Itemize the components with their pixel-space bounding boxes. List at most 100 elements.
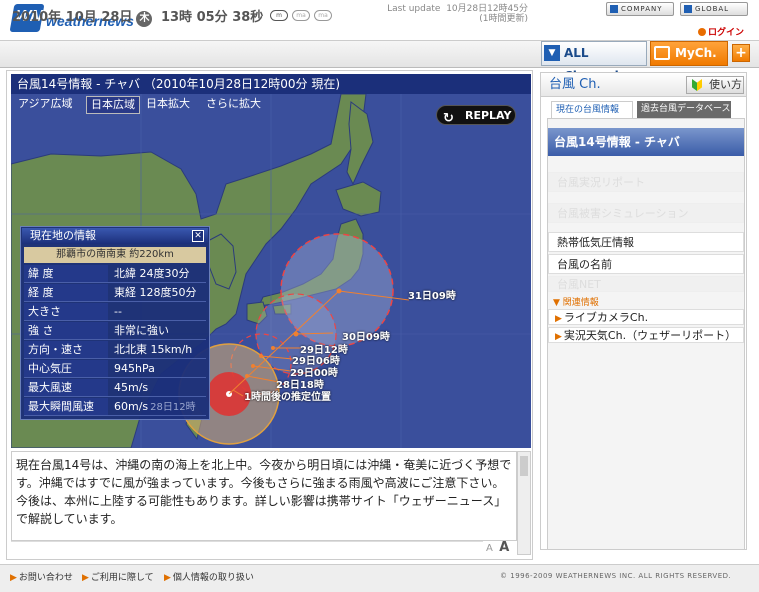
second: 38秒 <box>232 10 264 25</box>
info-key: 方向・速さ <box>24 341 108 358</box>
info-value: 北北東 15km/h <box>114 343 193 356</box>
footer-link-label: ご利用に際して <box>90 573 154 583</box>
side-item-tropical-low[interactable]: 熱帯低気圧情報 <box>548 232 744 252</box>
my-channel-button[interactable]: MyCh. <box>650 41 728 66</box>
info-row-size: 大きさ -- <box>24 303 206 321</box>
footer-link-label: 個人情報の取り扱い <box>172 573 254 583</box>
global-button[interactable]: GLOBAL <box>680 2 748 16</box>
info-value: 60m/s 28日12時 <box>114 400 196 413</box>
arrow-right-icon: ▶ <box>164 573 171 583</box>
howto-label: 使い方 <box>709 78 742 91</box>
close-icon[interactable]: ✕ <box>192 230 204 242</box>
info-value: -- <box>114 305 122 318</box>
size-pill-1[interactable]: m <box>270 10 288 21</box>
info-value: 945hPa <box>114 362 155 375</box>
related-link-label: 実況天気Ch.（ウェザーリポート） <box>563 329 737 342</box>
related-info-heading: ▼ 関連情報 <box>553 298 599 308</box>
zoom-tab-japan-wide[interactable]: 日本広域 <box>86 96 140 114</box>
info-row-max-gust: 最大瞬間風速 60m/s 28日12時 <box>24 398 206 416</box>
info-row-direction-speed: 方向・速さ 北北東 15km/h <box>24 341 206 359</box>
update-interval: (1時間更新) <box>479 14 528 24</box>
info-value: 北緯 24度30分 <box>114 267 190 280</box>
description-scrollbar[interactable] <box>517 451 531 555</box>
last-update-label: Last update <box>387 4 441 14</box>
size-pill-2[interactable]: ma <box>292 10 310 21</box>
size-pill-3[interactable]: ma <box>314 10 332 21</box>
global-label: GLOBAL <box>695 5 730 13</box>
zoom-tab-more-zoom[interactable]: さらに拡大 <box>202 96 265 114</box>
info-row-max-wind: 最大風速 45m/s <box>24 379 206 397</box>
tab-past-database[interactable]: 過去台風データベース <box>637 101 731 118</box>
scrollbar-thumb[interactable] <box>520 456 528 476</box>
map-title: 台風14号情報 - チャバ （2010年10月28日12時00分 現在) <box>11 74 531 94</box>
track-label-30d09: 30日09時 <box>342 332 390 343</box>
add-channel-button[interactable]: + <box>732 44 750 62</box>
last-update: Last update 10月28日12時45分 (1時間更新) <box>378 4 528 24</box>
chevron-down-icon: ▼ <box>544 45 560 61</box>
info-key: 経 度 <box>24 284 108 301</box>
arrow-right-icon: ▶ <box>10 573 17 583</box>
zoom-tab-asia-wide[interactable]: アジア広域 <box>14 96 77 114</box>
info-note: 28日12時 <box>150 402 196 413</box>
footer-link-privacy[interactable]: ▶ 個人情報の取り扱い <box>164 570 254 583</box>
current-datetime: 2010年 10月 28日木 13時 05分 38秒 <box>12 6 263 27</box>
info-row-longitude: 経 度東経 128度50分 <box>24 284 206 302</box>
hour: 13時 <box>160 10 193 25</box>
login-label: ログイン <box>708 28 745 38</box>
related-link-weather-report[interactable]: ▶ 実況天気Ch.（ウェザーリポート） <box>548 327 744 343</box>
typhoon-description: 現在台風14号は、沖縄の南の海上を北上中。今夜から明日頃には沖縄・奄美に近づく予… <box>11 451 517 541</box>
info-row-latitude: 緯 度北緯 24度30分 <box>24 265 206 283</box>
description-footer <box>11 541 483 555</box>
font-large-button[interactable]: A <box>499 540 509 555</box>
side-item-typhoon-names[interactable]: 台風の名前 <box>548 254 744 274</box>
info-key: 最大風速 <box>24 379 108 396</box>
related-label: 関連情報 <box>562 298 599 308</box>
company-label: COMPANY <box>621 5 663 13</box>
arrow-right-icon: ▶ <box>555 314 562 324</box>
weekday-badge: 木 <box>136 11 153 27</box>
year: 2010年 <box>12 10 62 25</box>
replay-icon: ↻ <box>443 111 454 126</box>
login-link[interactable]: ログイン <box>698 25 744 38</box>
info-key: 最大瞬間風速 <box>24 398 108 415</box>
copyright: © 1996-2009 WEATHERNEWS INC. ALL RIGHTS … <box>500 572 732 580</box>
sakhalin <box>346 101 374 186</box>
howto-button[interactable]: 使い方 <box>686 76 744 94</box>
footer-link-contact[interactable]: ▶ お問い合わせ <box>10 570 73 583</box>
footer-link-label: お問い合わせ <box>18 573 73 583</box>
hokkaido <box>335 181 382 217</box>
info-key: 大きさ <box>24 303 108 320</box>
month: 10月 <box>65 10 97 25</box>
font-small-button[interactable]: A <box>486 543 493 554</box>
side-item-simulation: 台風被害シミュレーション <box>548 203 744 223</box>
company-button[interactable]: COMPANY <box>606 2 674 16</box>
arrow-right-icon: ▶ <box>555 332 562 342</box>
track-label-1h-estimate: 1時間後の推定位置 <box>244 392 331 403</box>
info-value: 東経 128度50分 <box>114 286 197 299</box>
my-channel-label: MyCh. <box>675 46 717 60</box>
font-size-controls: A A <box>486 540 509 555</box>
minute: 05分 <box>196 10 228 25</box>
replay-button[interactable]: ↻ REPLAY <box>436 105 516 126</box>
info-value: 非常に強い <box>114 324 169 337</box>
zoom-tab-japan-zoom[interactable]: 日本拡大 <box>142 96 194 114</box>
square-icon <box>610 5 618 13</box>
tab-current-typhoon[interactable]: 現在の台風情報 <box>551 101 633 118</box>
info-key: 緯 度 <box>24 265 108 282</box>
last-update-value: 10月28日12時45分 <box>446 4 528 14</box>
footer-link-terms[interactable]: ▶ ご利用に際して <box>82 570 154 583</box>
side-item-typhoon-net: 台風NET <box>548 276 744 292</box>
side-item-report: 台風実況リポート <box>548 172 744 192</box>
side-typhoon-header[interactable]: 台風14号情報 - チャバ <box>548 128 744 156</box>
track-label-31d09: 31日09時 <box>408 291 456 302</box>
arrow-right-icon: ▶ <box>82 573 89 583</box>
copyright-text: 1996-2009 WEATHERNEWS INC. ALL RIGHTS RE… <box>510 572 732 580</box>
all-channel-button[interactable]: ▼ALL Channel <box>541 41 647 83</box>
login-icon <box>698 28 706 36</box>
day: 28日 <box>101 10 133 25</box>
info-location: 那覇市の南南東 約220km <box>24 247 206 263</box>
beginner-mark-icon <box>692 79 702 91</box>
tv-icon <box>654 46 670 60</box>
info-row-pressure: 中心気圧 945hPa <box>24 360 206 378</box>
related-link-livecam[interactable]: ▶ ライブカメラCh. <box>548 309 744 325</box>
